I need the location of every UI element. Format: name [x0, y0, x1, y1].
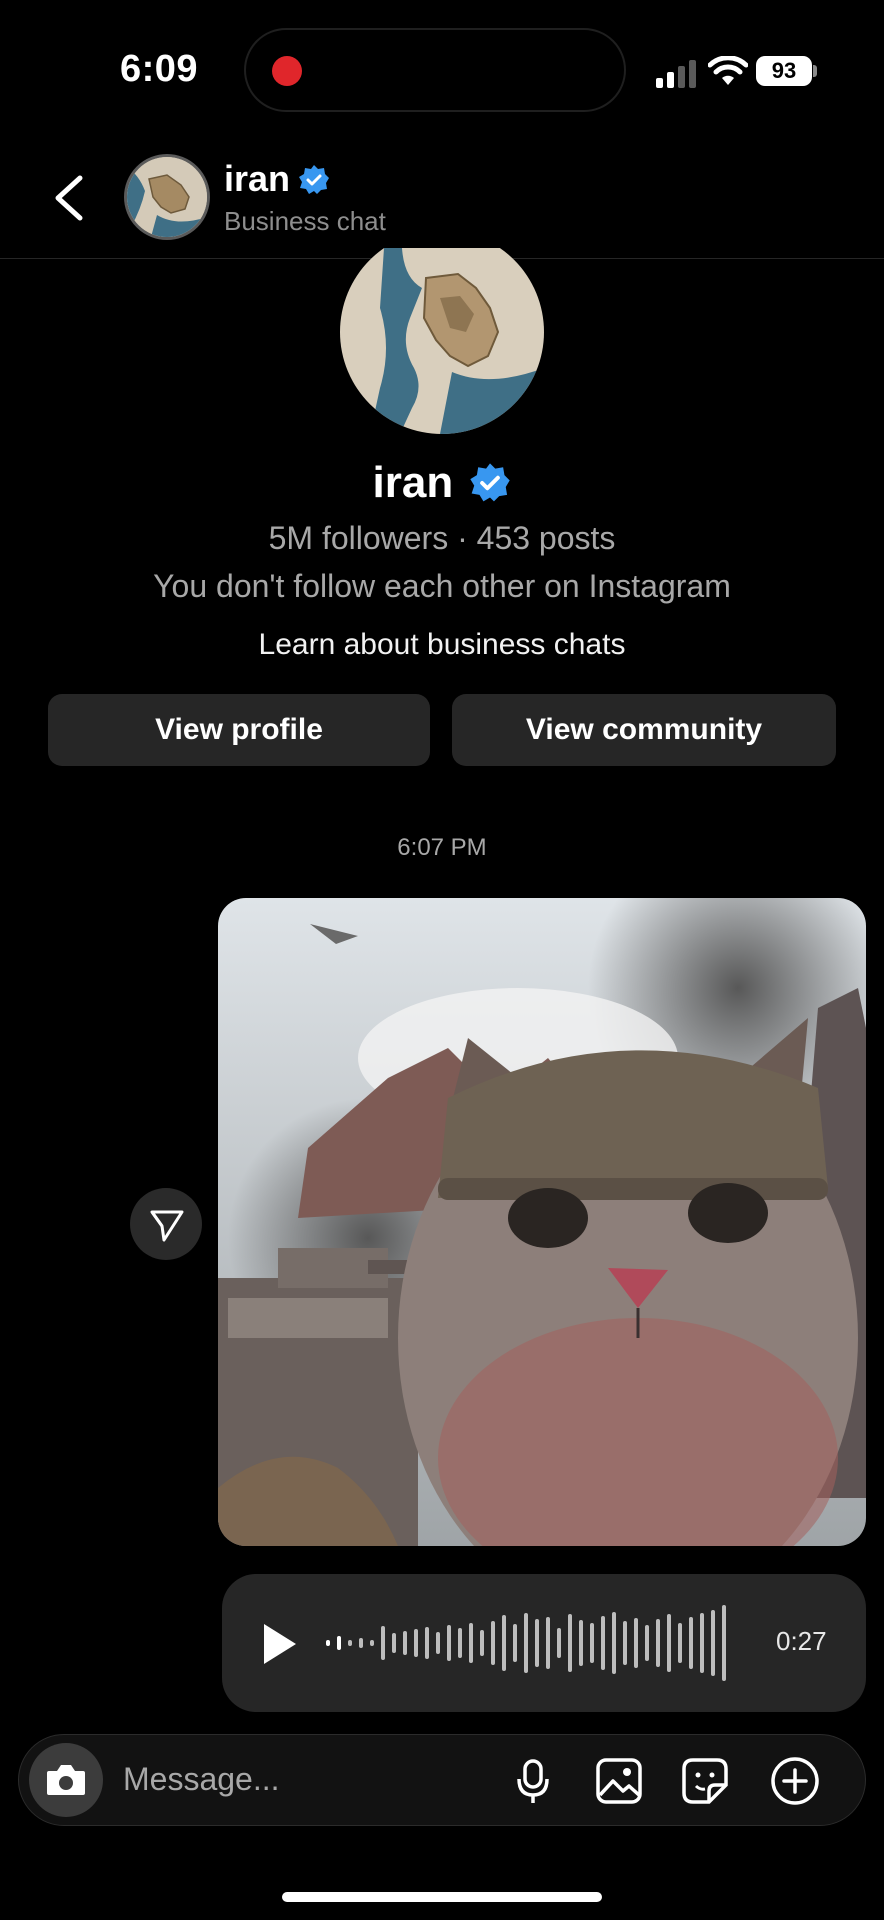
camera-button[interactable]	[29, 1743, 103, 1817]
waveform-bar	[337, 1636, 341, 1650]
battery-tip	[813, 65, 817, 77]
waveform-bar	[403, 1631, 407, 1655]
waveform-bar	[667, 1614, 671, 1672]
waveform-bar	[370, 1640, 374, 1646]
waveform-bar	[326, 1640, 330, 1646]
waveform-bar	[711, 1610, 715, 1676]
waveform-bar	[359, 1638, 363, 1648]
waveform-bar	[568, 1614, 572, 1672]
waveform-bar	[700, 1613, 704, 1673]
waveform-bar	[458, 1628, 462, 1658]
waveform-bar	[689, 1617, 693, 1669]
waveform-bar	[601, 1616, 605, 1670]
header-subtitle: Business chat	[224, 206, 386, 236]
voice-waveform[interactable]	[326, 1602, 746, 1684]
voice-message[interactable]: 0:27	[222, 1574, 866, 1712]
plus-icon[interactable]	[769, 1755, 821, 1807]
voice-duration: 0:27	[776, 1626, 827, 1656]
waveform-bar	[480, 1630, 484, 1656]
view-community-button[interactable]: View community	[452, 694, 836, 766]
waveform-bar	[634, 1618, 638, 1668]
back-icon[interactable]	[44, 168, 94, 228]
waveform-bar	[502, 1615, 506, 1671]
waveform-bar	[425, 1627, 429, 1659]
waveform-bar	[436, 1632, 440, 1654]
status-time: 6:09	[120, 48, 199, 90]
play-icon[interactable]	[260, 1622, 300, 1666]
header-avatar[interactable]	[124, 154, 210, 240]
shared-media-post[interactable]	[218, 898, 866, 1546]
waveform-bar	[623, 1621, 627, 1665]
follow-note: You don't follow each other on Instagram	[153, 568, 731, 604]
profile-name: iran	[0, 456, 884, 508]
profile-stats: 5M followers · 453 posts	[268, 520, 616, 556]
view-profile-button[interactable]: View profile	[48, 694, 430, 766]
camera-icon	[47, 1765, 85, 1795]
waveform-bar	[612, 1612, 616, 1674]
cellular-signal-icon	[656, 58, 700, 88]
waveform-bar	[414, 1629, 418, 1657]
waveform-bar	[524, 1613, 528, 1673]
waveform-bar	[535, 1619, 539, 1667]
verified-badge-icon	[299, 165, 329, 194]
waveform-bar	[579, 1620, 583, 1666]
sticker-icon[interactable]	[679, 1755, 731, 1807]
waveform-bar	[491, 1621, 495, 1665]
waveform-bar	[513, 1624, 517, 1662]
wifi-icon	[708, 56, 748, 85]
waveform-bar	[678, 1623, 682, 1663]
message-timestamp: 6:07 PM	[397, 834, 487, 861]
gallery-icon[interactable]	[593, 1755, 645, 1807]
waveform-bar	[392, 1633, 396, 1653]
profile-avatar[interactable]	[340, 248, 544, 434]
profile-name-text: iran	[372, 458, 454, 508]
microphone-icon[interactable]	[507, 1755, 559, 1807]
verified-badge-icon	[470, 463, 511, 502]
waveform-bar	[469, 1623, 473, 1663]
waveform-bar	[656, 1619, 660, 1667]
waveform-bar	[381, 1626, 385, 1660]
waveform-bar	[557, 1628, 561, 1658]
waveform-bar	[590, 1623, 594, 1663]
header-name[interactable]: iran	[224, 158, 290, 200]
waveform-bar	[722, 1605, 726, 1681]
share-button[interactable]	[130, 1188, 202, 1260]
message-input[interactable]: Message...	[123, 1761, 280, 1798]
direct-share-icon	[150, 1210, 184, 1242]
waveform-bar	[645, 1625, 649, 1661]
message-composer: Message...	[18, 1734, 866, 1826]
waveform-bar	[447, 1625, 451, 1661]
learn-business-chats-link[interactable]: Learn about business chats	[0, 628, 884, 662]
waveform-bar	[546, 1617, 550, 1669]
battery-indicator: 93	[756, 56, 812, 86]
home-indicator[interactable]	[282, 1892, 602, 1902]
dynamic-island	[244, 28, 626, 112]
recording-indicator	[272, 56, 302, 86]
waveform-bar	[348, 1640, 352, 1646]
